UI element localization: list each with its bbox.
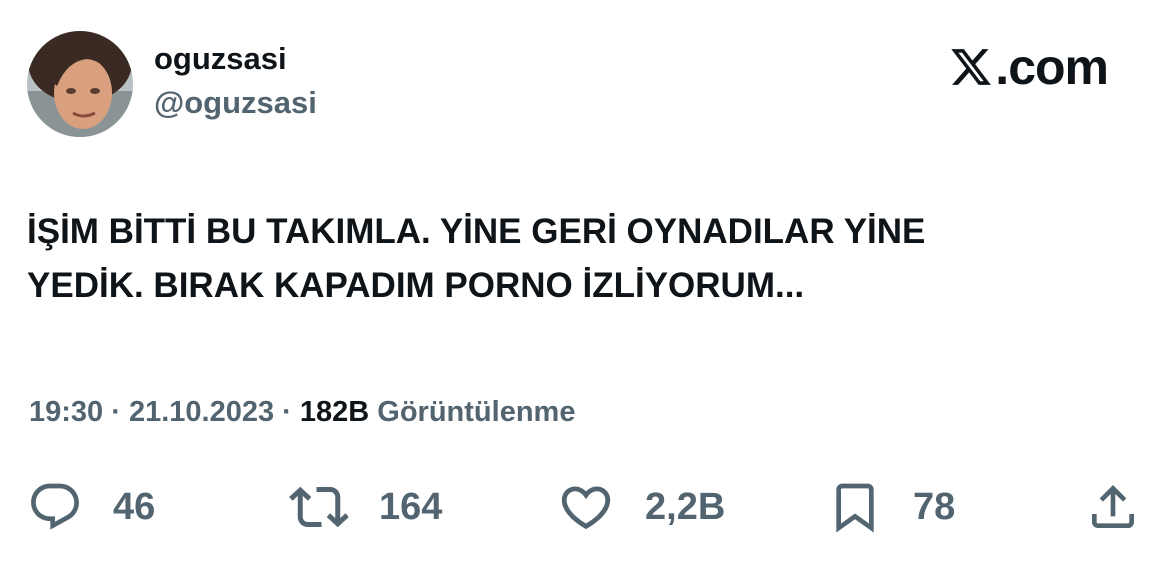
display-name[interactable]: oguzsasi <box>154 41 317 77</box>
views-count[interactable]: 182B <box>300 396 369 428</box>
retweet-count: 164 <box>379 486 443 528</box>
retweet-icon <box>289 486 349 528</box>
avatar[interactable] <box>27 31 133 137</box>
tweet-actions: 46 164 2,2B 78 <box>27 477 1139 537</box>
share-button[interactable] <box>1085 477 1141 537</box>
reply-icon <box>31 483 79 530</box>
tweet-text: İŞİM BİTTİ BU TAKIMLA. YİNE GERİ OYNADIL… <box>27 212 926 305</box>
share-icon <box>1092 485 1134 528</box>
brand-logo: .com <box>949 39 1109 95</box>
reply-button[interactable]: 46 <box>27 477 155 537</box>
tweet-date[interactable]: 21.10.2023 <box>129 396 274 428</box>
meta-separator: · <box>274 396 300 428</box>
brand-domain: .com <box>995 39 1109 95</box>
author-names: oguzsasi @oguzsasi <box>154 41 317 121</box>
user-handle[interactable]: @oguzsasi <box>154 85 317 121</box>
meta-separator: · <box>103 396 129 428</box>
like-count: 2,2B <box>645 486 726 528</box>
bookmark-count: 78 <box>913 486 956 528</box>
reply-count: 46 <box>113 486 156 528</box>
views-label: Görüntülenme <box>369 396 576 428</box>
tweet-header: oguzsasi @oguzsasi <box>27 31 317 137</box>
bookmark-button[interactable]: 78 <box>827 477 955 537</box>
tweet-meta: 19:30 · 21.10.2023 · 182B Görüntülenme <box>29 392 575 432</box>
x-logo-icon <box>951 49 992 85</box>
bookmark-icon <box>836 483 874 533</box>
like-button[interactable]: 2,2B <box>557 477 725 537</box>
avatar-image <box>27 31 133 137</box>
heart-icon <box>561 486 611 530</box>
tweet-time[interactable]: 19:30 <box>29 396 103 428</box>
retweet-button[interactable]: 164 <box>289 477 442 537</box>
